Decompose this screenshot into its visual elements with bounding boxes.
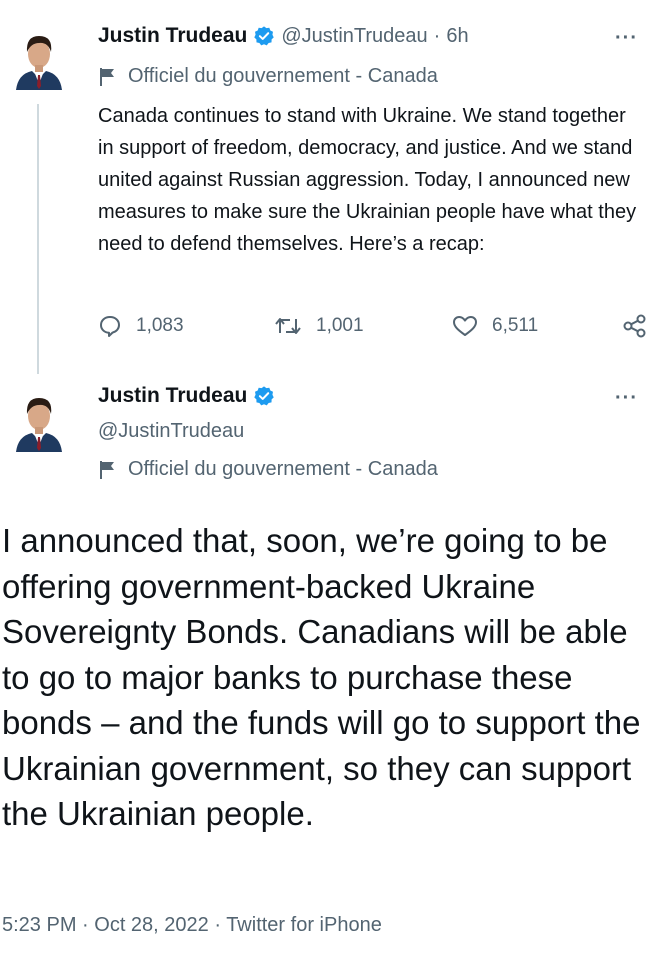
retweet-count: 1,001 <box>316 315 364 336</box>
author-name[interactable]: Justin Trudeau <box>98 384 247 408</box>
tweet-text: I announced that, soon, we’re going to b… <box>2 522 641 832</box>
tweet-2-header: Justin Trudeau <box>98 384 275 408</box>
gov-label: Officiel du gouvernement - Canada <box>98 65 438 88</box>
avatar[interactable] <box>12 28 66 90</box>
verified-badge-icon <box>254 386 275 406</box>
author-handle[interactable]: @JustinTrudeau <box>98 420 244 443</box>
reply-button[interactable]: 1,083 <box>98 314 184 338</box>
like-count: 6,511 <box>492 315 539 336</box>
author-name[interactable]: Justin Trudeau <box>98 24 247 48</box>
retweet-button[interactable]: 1,001 <box>274 314 364 338</box>
tweet-timestamp[interactable]: 5:23 PM · Oct 28, 2022 · Twitter for iPh… <box>2 914 382 937</box>
gov-label-text: Officiel du gouvernement - Canada <box>128 65 438 87</box>
more-icon[interactable]: ··· <box>615 387 638 410</box>
author-handle[interactable]: @JustinTrudeau <box>281 25 427 48</box>
separator: · <box>433 24 441 47</box>
heart-icon <box>453 316 477 336</box>
share-icon <box>623 314 646 338</box>
like-button[interactable]: 6,511 <box>452 314 538 338</box>
more-icon[interactable]: ··· <box>615 27 638 50</box>
tweet-text: Canada continues to stand with Ukraine. … <box>98 105 637 255</box>
avatar[interactable] <box>12 390 66 452</box>
tweet-time[interactable]: 6h <box>446 25 468 48</box>
flag-icon <box>100 460 114 479</box>
flag-icon <box>100 67 114 86</box>
gov-label-text: Officiel du gouvernement - Canada <box>128 458 438 480</box>
reply-count: 1,083 <box>136 315 184 336</box>
gov-label: Officiel du gouvernement - Canada <box>98 458 438 481</box>
tweet-actions: 1,083 1,001 6,511 <box>98 312 648 346</box>
tweet-1-header: Justin Trudeau @JustinTrudeau · 6h <box>98 24 469 48</box>
thread-connector <box>37 104 39 374</box>
share-button[interactable] <box>622 313 656 339</box>
verified-badge-icon <box>254 26 275 46</box>
reply-icon <box>100 316 120 337</box>
retweet-icon <box>275 318 301 334</box>
